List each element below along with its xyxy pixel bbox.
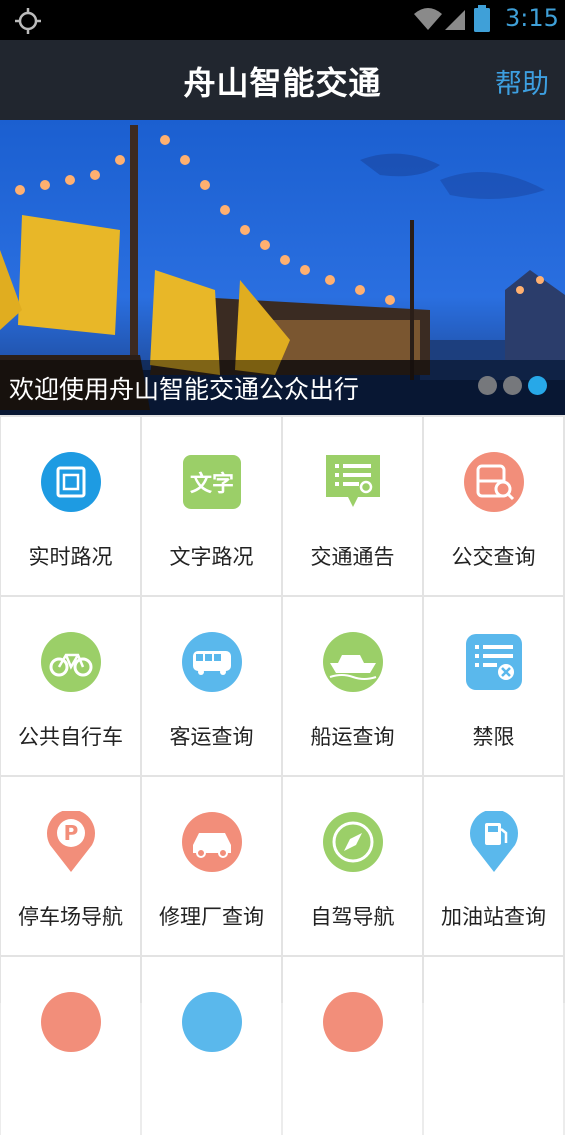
menu-item-text-traffic[interactable]: 文字 文字路况 — [142, 417, 281, 595]
carousel-dot[interactable] — [503, 376, 522, 395]
menu-item-gas-station[interactable]: 加油站查询 — [424, 777, 563, 955]
title-bar: 舟山智能交通 帮助 — [0, 40, 565, 120]
menu-item-label: 交通通告 — [310, 545, 395, 569]
map-icon — [41, 452, 101, 512]
menu-item-label: 公共自行车 — [18, 725, 123, 749]
menu-item-label: 自驾导航 — [310, 905, 395, 929]
ship-icon — [323, 632, 383, 692]
menu-item-label: 停车场导航 — [18, 905, 123, 929]
menu-item-traffic-notice[interactable]: 交通通告 — [283, 417, 422, 595]
coach-icon — [182, 632, 242, 692]
parking-icon: P — [47, 811, 95, 872]
menu-item-coach-search[interactable]: 客运查询 — [142, 597, 281, 775]
menu-item-empty — [424, 957, 563, 1135]
menu-item-label: 实时路况 — [28, 545, 113, 569]
partial-icon — [41, 992, 101, 1052]
notice-icon — [326, 455, 380, 507]
carousel-dot[interactable] — [478, 376, 497, 395]
status-time: 3:15 — [505, 4, 559, 32]
carousel-dot-active[interactable] — [528, 376, 547, 395]
banner-caption: 欢迎使用舟山智能交通公众出行 — [9, 375, 360, 404]
menu-item-label: 文字路况 — [169, 545, 254, 569]
menu-item-label: 修理厂查询 — [159, 905, 264, 929]
page-title: 舟山智能交通 — [183, 64, 382, 102]
menu-item-label: 禁限 — [472, 725, 515, 749]
menu-item-repair-shop[interactable]: 修理厂查询 — [142, 777, 281, 955]
repair-icon — [182, 812, 242, 872]
compass-icon — [323, 812, 383, 872]
wifi-icon — [414, 8, 442, 30]
help-button[interactable]: 帮助 — [495, 62, 549, 101]
menu-item-label: 加油站查询 — [441, 905, 546, 929]
svg-text:文字: 文字 — [190, 471, 234, 497]
menu-item-bus-search[interactable]: 公交查询 — [424, 417, 563, 595]
menu-item-label: 客运查询 — [169, 725, 254, 749]
bicycle-icon — [41, 632, 101, 692]
bus-search-icon — [464, 452, 524, 512]
signal-icon — [445, 10, 465, 30]
battery-icon — [474, 5, 490, 32]
gas-station-icon — [470, 811, 518, 872]
menu-item-ship-search[interactable]: 船运查询 — [283, 597, 422, 775]
menu-item-partial[interactable] — [142, 957, 281, 1135]
partial-icon — [182, 992, 242, 1052]
text-icon: 文字 — [183, 455, 241, 509]
carousel-indicator — [478, 376, 547, 395]
svg-text:P: P — [64, 821, 79, 845]
restriction-icon — [466, 634, 522, 690]
menu-item-restriction[interactable]: 禁限 — [424, 597, 563, 775]
status-bar: 3:15 — [0, 0, 565, 40]
menu-item-label: 公交查询 — [451, 545, 536, 569]
banner-caption-bar: 欢迎使用舟山智能交通公众出行 — [0, 360, 565, 415]
menu-item-self-drive-navigation[interactable]: 自驾导航 — [283, 777, 422, 955]
menu-item-partial[interactable] — [283, 957, 422, 1135]
menu-item-label: 船运查询 — [310, 725, 395, 749]
gps-icon — [15, 8, 41, 34]
banner-carousel[interactable]: 欢迎使用舟山智能交通公众出行 — [0, 120, 565, 415]
partial-icon — [323, 992, 383, 1052]
menu-item-partial[interactable] — [1, 957, 140, 1135]
menu-grid: 实时路况 文字 文字路况 交通通告 公交查询 公共自行车 客运查询 船运查询 禁… — [0, 415, 565, 1135]
menu-item-realtime-traffic[interactable]: 实时路况 — [1, 417, 140, 595]
menu-item-public-bicycle[interactable]: 公共自行车 — [1, 597, 140, 775]
menu-item-parking-navigation[interactable]: P 停车场导航 — [1, 777, 140, 955]
